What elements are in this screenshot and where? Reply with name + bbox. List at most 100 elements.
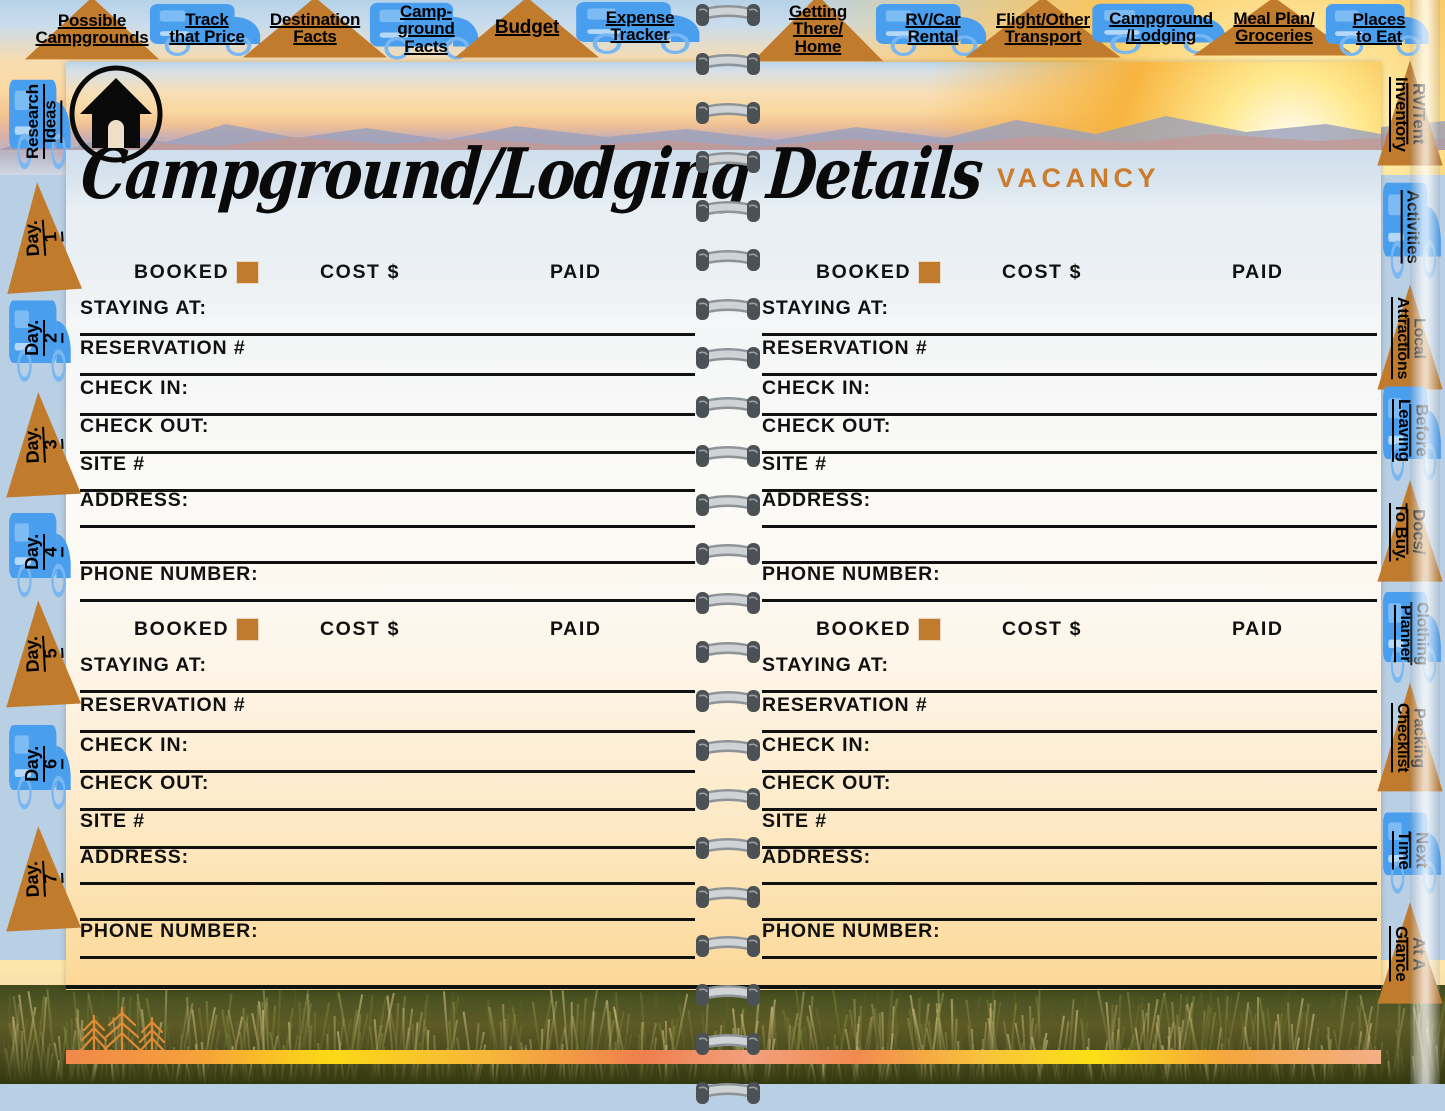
field-phone-number[interactable]: PHONE NUMBER: <box>762 563 1377 602</box>
entry-header-row: BOOKED COST $ PAID <box>762 259 1377 285</box>
field-phone-number[interactable]: PHONE NUMBER: <box>80 563 695 602</box>
spiral-ring <box>696 590 760 616</box>
field-reservation[interactable]: RESERVATION # <box>762 337 1377 376</box>
field-check-in[interactable]: CHECK IN: <box>762 734 1377 773</box>
tab-label: Day. 7 <box>20 861 61 898</box>
field-staying-at[interactable]: STAYING AT: <box>80 297 695 336</box>
field-staying-at[interactable]: STAYING AT: <box>80 654 695 693</box>
field-site[interactable]: SITE # <box>762 810 1377 849</box>
field-label: CHECK IN: <box>762 377 871 399</box>
field-address[interactable]: ADDRESS: <box>762 489 1377 528</box>
field-address-line-2[interactable] <box>762 525 1377 564</box>
field-check-out[interactable]: CHECK OUT: <box>762 772 1377 811</box>
home-icon[interactable] <box>68 62 164 166</box>
spiral-ring <box>696 786 760 812</box>
field-underline <box>762 373 1377 376</box>
spiral-ring <box>696 835 760 861</box>
tab-label: Places to Eat <box>1352 9 1406 46</box>
field-address[interactable]: ADDRESS: <box>80 846 695 885</box>
field-check-in[interactable]: CHECK IN: <box>80 734 695 773</box>
field-label: SITE # <box>762 453 828 475</box>
spiral-ring <box>696 933 760 959</box>
spiral-ring <box>696 296 760 322</box>
tab-day-5[interactable]: Day. 5 <box>0 596 83 712</box>
tab-label: Day. 6 <box>21 746 60 782</box>
field-reservation[interactable]: RESERVATION # <box>762 694 1377 733</box>
field-label: SITE # <box>80 453 146 475</box>
tab-day-4[interactable]: Day. 4 <box>8 500 74 604</box>
booked-checkbox[interactable] <box>918 261 941 284</box>
field-label: CHECK OUT: <box>762 415 892 437</box>
cost-label: COST $ <box>320 260 401 283</box>
field-label: CHECK IN: <box>80 377 189 399</box>
entry-header-row: BOOKED COST $ PAID <box>80 616 695 642</box>
booked-label: BOOKED <box>816 260 912 283</box>
tab-day-6[interactable]: Day. 6 <box>8 712 74 816</box>
field-reservation[interactable]: RESERVATION # <box>80 694 695 733</box>
spiral-ring <box>696 198 760 224</box>
field-underline <box>762 730 1377 733</box>
field-label: CHECK IN: <box>762 734 871 756</box>
tab-expense-tracker[interactable]: Expense Tracker <box>574 0 706 58</box>
field-check-in[interactable]: CHECK IN: <box>80 377 695 416</box>
tab-getting-there-home[interactable]: Getting There/Home <box>750 0 886 64</box>
field-address-line-2[interactable] <box>762 882 1377 921</box>
field-check-out[interactable]: CHECK OUT: <box>80 415 695 454</box>
tab-label: Day. 1 <box>20 220 61 258</box>
field-underline <box>80 333 695 336</box>
field-phone-number[interactable]: PHONE NUMBER: <box>762 920 1377 959</box>
field-staying-at[interactable]: STAYING AT: <box>762 654 1377 693</box>
tab-research-ideas[interactable]: Research Ideas <box>8 66 74 176</box>
field-site[interactable]: SITE # <box>80 810 695 849</box>
tab-day-2[interactable]: Day. 2 <box>8 288 74 388</box>
field-address[interactable]: ADDRESS: <box>80 489 695 528</box>
field-check-out[interactable]: CHECK OUT: <box>762 415 1377 454</box>
field-address-line-2[interactable] <box>80 525 695 564</box>
field-check-in[interactable]: CHECK IN: <box>762 377 1377 416</box>
tab-label: Campground/Lodging <box>1109 8 1213 45</box>
spiral-binding <box>696 0 1440 1104</box>
paid-label: PAID <box>1232 260 1284 283</box>
tab-possible-campgrounds[interactable]: Possible Campgrounds <box>22 0 162 62</box>
spiral-ring <box>696 884 760 910</box>
booked-checkbox[interactable] <box>236 618 259 641</box>
field-address[interactable]: ADDRESS: <box>762 846 1377 885</box>
tab-day-1[interactable]: Day. 1 <box>0 177 84 298</box>
spiral-ring <box>696 737 760 763</box>
field-label: RESERVATION # <box>762 337 928 359</box>
field-site[interactable]: SITE # <box>80 453 695 492</box>
spiral-ring <box>696 541 760 567</box>
field-label: STAYING AT: <box>80 654 207 676</box>
paid-label: PAID <box>550 617 602 640</box>
booked-checkbox[interactable] <box>236 261 259 284</box>
spiral-ring <box>696 443 760 469</box>
field-label: ADDRESS: <box>80 489 190 511</box>
tab-day-7[interactable]: Day. 7 <box>0 822 83 936</box>
field-reservation[interactable]: RESERVATION # <box>80 337 695 376</box>
lodging-entry-4: BOOKED COST $ PAID STAYING AT: RESERVATION #… <box>762 616 1377 959</box>
field-check-out[interactable]: CHECK OUT: <box>80 772 695 811</box>
tab-day-3[interactable]: Day. 3 <box>0 388 83 502</box>
field-address-line-2[interactable] <box>80 882 695 921</box>
field-phone-number[interactable]: PHONE NUMBER: <box>80 920 695 959</box>
tab-label: Day. 5 <box>20 636 61 673</box>
entry-header-row: BOOKED COST $ PAID <box>762 616 1377 642</box>
booked-label: BOOKED <box>816 617 912 640</box>
field-label: CHECK OUT: <box>762 772 892 794</box>
field-label: PHONE NUMBER: <box>762 563 941 585</box>
tab-label: RV/Car Rental <box>905 9 961 46</box>
cost-label: COST $ <box>320 617 401 640</box>
field-site[interactable]: SITE # <box>762 453 1377 492</box>
field-label: SITE # <box>80 810 146 832</box>
booked-checkbox[interactable] <box>918 618 941 641</box>
spiral-ring <box>696 982 760 1008</box>
tab-label: Day. 4 <box>21 534 60 570</box>
tab-label: Getting There/Home <box>788 2 848 56</box>
field-label: ADDRESS: <box>762 489 872 511</box>
field-underline <box>80 599 695 602</box>
spiral-ring <box>696 492 760 518</box>
lodging-entry-3: BOOKED COST $ PAID STAYING AT: RESERVATION #… <box>80 616 695 959</box>
field-underline <box>762 599 1377 602</box>
tab-label: Budget <box>494 17 560 39</box>
field-staying-at[interactable]: STAYING AT: <box>762 297 1377 336</box>
